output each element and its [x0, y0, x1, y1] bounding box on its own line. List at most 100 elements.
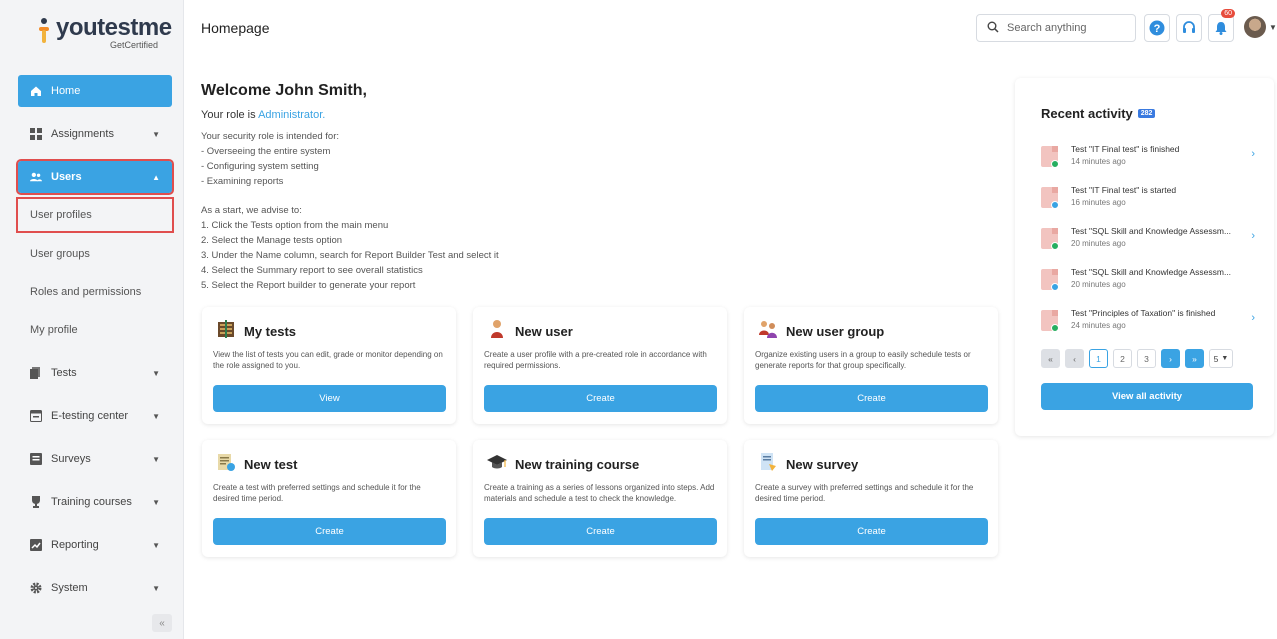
sidebar-subitem-user-groups[interactable]: User groups — [18, 238, 172, 270]
sidebar-item-surveys[interactable]: Surveys ▼ — [18, 443, 172, 475]
search-input[interactable]: Search anything — [976, 14, 1136, 42]
chevron-down-icon: ▼ — [152, 368, 160, 378]
card-description: Create a test with preferred settings an… — [213, 483, 421, 503]
notifications-button[interactable]: 60 — [1208, 9, 1235, 42]
activity-item[interactable]: Test "SQL Skill and Knowledge Assessm...… — [1041, 265, 1255, 301]
card-title: New survey — [786, 457, 859, 472]
create-test-button[interactable]: Create — [213, 518, 446, 545]
support-button[interactable] — [1176, 14, 1202, 42]
create-user-group-button[interactable]: Create — [755, 385, 988, 412]
card-title: New user — [515, 324, 573, 339]
search-placeholder: Search anything — [1007, 22, 1087, 34]
sidebar-subitem-roles-and-permissions[interactable]: Roles and permissions — [18, 276, 172, 308]
activity-text: Test "IT Final test" is finished — [1071, 144, 1180, 154]
sidebar: youtestme GetCertified Home Assignments … — [0, 0, 184, 639]
sidebar-item-home[interactable]: Home — [18, 75, 172, 107]
sidebar-subitem-my-profile[interactable]: My profile — [18, 314, 172, 346]
intro-line: - Configuring system setting — [201, 161, 319, 172]
intro-line: - Examining reports — [201, 176, 284, 187]
create-survey-button[interactable]: Create — [755, 518, 988, 545]
chevron-up-icon: ▲ — [152, 172, 160, 182]
sidebar-item-training-courses[interactable]: Training courses ▼ — [18, 486, 172, 518]
chevron-down-icon: ▼ — [152, 129, 160, 139]
sidebar-item-label: System — [51, 582, 88, 594]
advice-line: 1. Click the Tests option from the main … — [201, 220, 389, 231]
activity-text: Test "Principles of Taxation" is finishe… — [1071, 308, 1216, 318]
activity-item[interactable]: Test "IT Final test" is started 16 minut… — [1041, 183, 1255, 219]
page-size-value: 5 — [1213, 353, 1219, 364]
sidebar-item-label: Training courses — [51, 496, 132, 508]
chevron-right-icon[interactable]: › — [1251, 230, 1255, 242]
headset-icon — [1183, 21, 1195, 33]
trophy-icon — [30, 496, 42, 508]
advice-line: 5. Select the Report builder to generate… — [201, 280, 416, 291]
sidebar-item-users[interactable]: Users ▲ — [16, 159, 174, 195]
last-page-button[interactable]: » — [1185, 349, 1204, 368]
chevron-down-icon: ▼ — [1221, 355, 1229, 362]
card-title: New test — [244, 457, 298, 472]
card-new-training-course: New training course Create a training as… — [473, 440, 727, 557]
card-title: New training course — [515, 457, 640, 472]
sidebar-item-reporting[interactable]: Reporting ▼ — [18, 529, 172, 561]
recent-activity-heading: Recent activity — [1041, 106, 1133, 121]
logo[interactable]: youtestme GetCertified — [36, 14, 172, 50]
chevron-right-icon[interactable]: › — [1251, 148, 1255, 160]
activity-text: Test "IT Final test" is started — [1071, 185, 1177, 195]
activity-time: 20 minutes ago — [1071, 239, 1126, 248]
avatar[interactable] — [1244, 16, 1266, 38]
welcome-heading: Welcome John Smith, — [201, 82, 367, 99]
chevron-down-icon: ▼ — [152, 540, 160, 550]
user-icon — [491, 320, 503, 338]
advice-list: As a start, we advise to: 1. Click the T… — [201, 203, 499, 293]
activity-pagination: « ‹ 1 2 3 › » 5 ▼ — [1041, 349, 1233, 368]
collapse-sidebar-button[interactable]: « — [152, 614, 172, 632]
sidebar-item-tests[interactable]: Tests ▼ — [18, 357, 172, 389]
page-size-select[interactable]: 5 ▼ — [1209, 349, 1233, 368]
view-tests-button[interactable]: View — [213, 385, 446, 412]
previous-page-button[interactable]: ‹ — [1065, 349, 1084, 368]
users-icon — [30, 171, 42, 183]
create-training-course-button[interactable]: Create — [484, 518, 717, 545]
sidebar-item-label: Tests — [51, 367, 77, 379]
activity-time: 24 minutes ago — [1071, 321, 1126, 330]
sidebar-subitem-user-profiles[interactable]: User profiles — [16, 197, 174, 233]
first-page-button[interactable]: « — [1041, 349, 1060, 368]
role-link[interactable]: Administrator. — [258, 109, 325, 121]
activity-item[interactable]: Test "SQL Skill and Knowledge Assessm...… — [1041, 224, 1255, 260]
view-all-activity-button[interactable]: View all activity — [1041, 383, 1253, 410]
card-new-test: New test Create a test with preferred se… — [202, 440, 456, 557]
card-my-tests: My tests View the list of tests you can … — [202, 307, 456, 424]
sidebar-item-assignments[interactable]: Assignments ▼ — [18, 118, 172, 150]
chevron-down-icon[interactable]: ▼ — [1269, 23, 1277, 32]
activity-time: 14 minutes ago — [1071, 157, 1126, 166]
recent-activity-title: Recent activity 282 — [1041, 106, 1156, 121]
page-3-button[interactable]: 3 — [1137, 349, 1156, 368]
started-status-icon — [1051, 201, 1059, 209]
assignments-icon — [30, 128, 42, 140]
activity-item[interactable]: Test "IT Final test" is finished 14 minu… — [1041, 142, 1255, 178]
activity-count-badge: 282 — [1137, 109, 1156, 118]
page-1-button[interactable]: 1 — [1089, 349, 1108, 368]
chevron-down-icon: ▼ — [152, 583, 160, 593]
sidebar-item-e-testing-center[interactable]: E-testing center ▼ — [18, 400, 172, 432]
next-page-button[interactable]: › — [1161, 349, 1180, 368]
page-title: Homepage — [201, 20, 270, 36]
sidebar-item-system[interactable]: System ▼ — [18, 572, 172, 604]
logo-tagline: GetCertified — [109, 40, 158, 50]
advice-line: 2. Select the Manage tests option — [201, 235, 343, 246]
page-2-button[interactable]: 2 — [1113, 349, 1132, 368]
e-testing-center-icon — [30, 410, 42, 422]
card-title: My tests — [244, 324, 297, 339]
finished-status-icon — [1051, 324, 1059, 332]
chevron-right-icon[interactable]: › — [1251, 312, 1255, 324]
logo-mark-icon — [39, 18, 49, 43]
activity-item[interactable]: Test "Principles of Taxation" is finishe… — [1041, 306, 1255, 342]
double-chevron-left-icon: « — [159, 617, 165, 629]
help-button[interactable]: ? — [1144, 14, 1170, 42]
tests-stack-icon — [218, 320, 234, 338]
sidebar-item-label: Users — [51, 171, 82, 183]
create-user-button[interactable]: Create — [484, 385, 717, 412]
card-description: Organize existing users in a group to ea… — [755, 350, 971, 370]
gear-icon — [30, 582, 42, 594]
help-icon: ? — [1149, 20, 1165, 36]
